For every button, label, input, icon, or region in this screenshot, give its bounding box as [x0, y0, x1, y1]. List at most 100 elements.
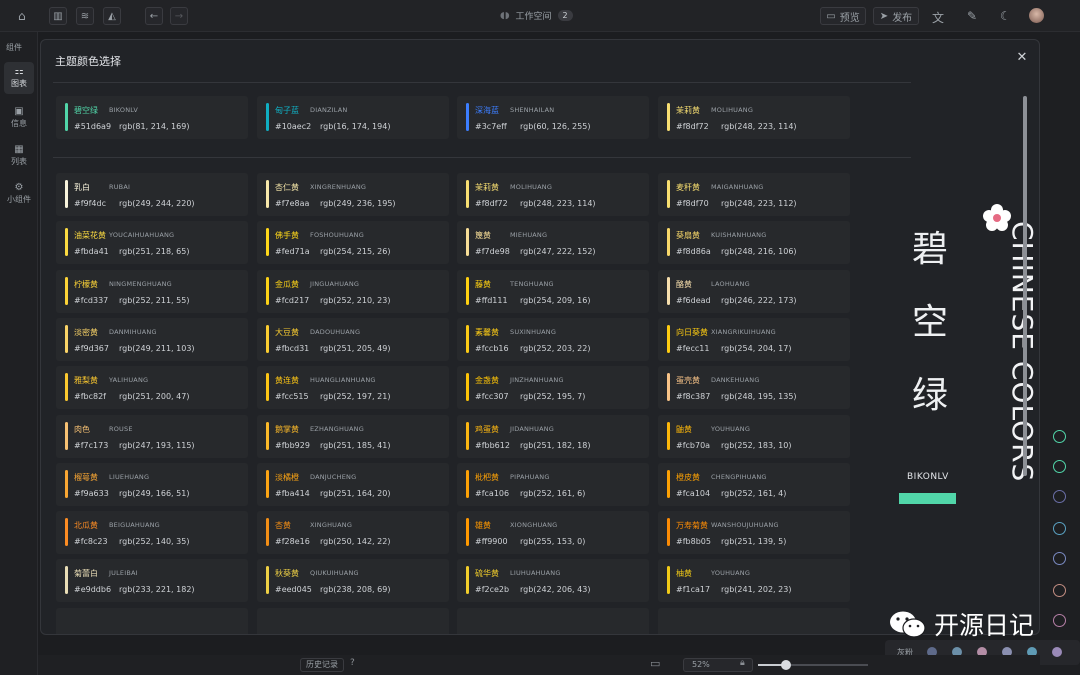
color-card[interactable]: 向日葵黄 XIANGRIKUIHUANG #fecc11 rgb(254, 204, … — [658, 317, 850, 361]
color-card[interactable]: 乳白 RUBAI #f9f4dc rgb(249, 244, 220) — [56, 173, 248, 216]
color-name: 藤黄 — [475, 279, 491, 289]
lock-icon[interactable]: 🔒︎ — [740, 658, 745, 668]
dark-mode-icon[interactable]: ☾ — [1000, 9, 1011, 23]
layers-tool-button[interactable]: ≋ — [76, 7, 94, 25]
history-button[interactable]: 历史记录 — [300, 658, 344, 672]
color-card[interactable]: 素馨黄 SUXINHUANG #fccb16 rgb(252, 203, 22) — [457, 317, 649, 361]
color-card[interactable]: 雄黄 XIONGHUANG #ff9900 rgb(255, 153, 0) — [457, 511, 649, 555]
palette-dot[interactable] — [1053, 522, 1066, 535]
sidebar-item-widget[interactable]: ⚙ 小组件 — [4, 178, 34, 210]
color-rgb: rgb(248, 223, 114) — [721, 122, 797, 131]
color-card[interactable]: 菊蕾白 JULEIBAI #e9ddb6 rgb(233, 221, 182) — [56, 559, 248, 603]
palette-dot[interactable] — [1053, 430, 1066, 443]
preview-pinyin: BIKONLV — [907, 472, 949, 482]
publish-button[interactable]: ➤ 发布 — [873, 7, 919, 25]
color-pinyin: WANSHOUJUHUANG — [711, 521, 779, 530]
preview-button[interactable]: ▭ 预览 — [820, 7, 866, 25]
color-card[interactable]: 橙皮黄 CHENGPIHUANG #fca104 rgb(252, 161, 4) — [658, 462, 850, 506]
color-swatch-bar — [667, 276, 670, 305]
palette-dot[interactable] — [1053, 584, 1066, 597]
palette-dot[interactable] — [1053, 614, 1066, 627]
undo-button[interactable]: ← — [145, 7, 163, 25]
color-card[interactable]: 柠檬黄 NINGMENGHUANG #fcd337 rgb(252, 211, 55) — [56, 269, 248, 313]
color-card[interactable]: 茉莉黄 MOLIHUANG #f8df72 rgb(248, 223, 114) — [457, 173, 649, 216]
color-card[interactable]: 肉色 ROUSE #f7c173 rgb(247, 193, 115) — [56, 414, 248, 458]
color-card[interactable]: 深海蓝 SHENHAILAN #3c7eff rgb(60, 126, 255) — [457, 96, 649, 139]
color-card[interactable]: 酪黄 LAOHUANG #f6dead rgb(246, 222, 173) — [658, 269, 850, 313]
color-card[interactable]: 秋葵黄 QIUKUIHUANG #eed045 rgb(238, 208, 69) — [257, 559, 449, 603]
color-card[interactable]: 万寿菊黄 WANSHOUJUHUANG #fb8b05 rgb(251, 139, 5… — [658, 511, 850, 555]
sidebar-item-info[interactable]: ▣ 信息 — [4, 102, 34, 134]
color-card[interactable]: 北瓜黄 BEIGUAHUANG #fc8c23 rgb(252, 140, 35) — [56, 511, 248, 555]
top-toolbar: ⌂ ▥ ≋ ◭ ← → ◖◗ 工作空间 2 ▭ 预览 ➤ 发布 文 ✎ ☾ — [0, 0, 1080, 32]
color-card[interactable]: 油菜花黄 YOUCAIHUAHUANG #fbda41 rgb(251, 218, 6… — [56, 221, 248, 265]
home-icon[interactable]: ⌂ — [18, 9, 26, 23]
color-card[interactable]: 枇杷黄 PIPAHUANG #fca106 rgb(252, 161, 6) — [457, 462, 649, 506]
close-icon[interactable]: ✕ — [1015, 51, 1029, 65]
color-name: 素馨黄 — [475, 327, 499, 337]
color-card[interactable]: 甸子蓝 DIANZILAN #10aec2 rgb(16, 174, 194) — [257, 96, 449, 139]
color-card[interactable]: 黄连黄 HUANGLIANHUANG #fcc515 rgb(252, 197, 21… — [257, 366, 449, 410]
color-name: 鼬黄 — [676, 424, 692, 434]
translate-icon[interactable]: 文 — [932, 9, 944, 26]
color-card[interactable]: 杏黄 XINGHUANG #f28e16 rgb(250, 142, 22) — [257, 511, 449, 555]
color-card[interactable]: 碧空绿 BIKONLV #51d6a9 rgb(81, 214, 169) — [56, 96, 248, 139]
palette-dot[interactable] — [1053, 552, 1066, 565]
color-rgb: rgb(249, 244, 220) — [119, 199, 195, 208]
paint-tool-button[interactable]: ◭ — [103, 7, 121, 25]
color-card[interactable]: 硫华黄 LIUHUAHUANG #f2ce2b rgb(242, 206, 43) — [457, 559, 649, 603]
color-card[interactable]: 藤黄 TENGHUANG #ffd111 rgb(254, 209, 16) — [457, 269, 649, 313]
color-card[interactable]: 大豆黄 DADOUHUANG #fbcd31 rgb(251, 205, 49) — [257, 317, 449, 361]
color-card[interactable]: 杏仁黄 XINGRENHUANG #f7e8aa rgb(249, 236, 195) — [257, 173, 449, 216]
screen-icon[interactable]: ▭ — [650, 657, 660, 670]
color-card[interactable]: 雅梨黄 YALIHUANG #fbc82f rgb(251, 200, 47) — [56, 366, 248, 410]
palette-dot[interactable] — [1053, 490, 1066, 503]
color-swatch-bar — [65, 469, 68, 498]
color-swatch-bar — [266, 469, 269, 498]
color-card[interactable]: 麦秆黄 MAIGANHUANG #f8df70 rgb(248, 223, 112) — [658, 173, 850, 216]
color-card[interactable]: 篾黄 MIEHUANG #f7de98 rgb(247, 222, 152) — [457, 221, 649, 265]
color-card-placeholder — [658, 608, 850, 634]
watermark: 开源日记 — [888, 606, 1034, 642]
color-swatch-bar — [466, 180, 469, 208]
chart-tool-button[interactable]: ▥ — [49, 7, 67, 25]
color-name: 秋葵黄 — [275, 569, 299, 579]
color-card[interactable]: 佛手黄 FOSHOUHUANG #fed71a rgb(254, 215, 26) — [257, 221, 449, 265]
color-hex: #fbcd31 — [275, 343, 310, 353]
sidebar-item-list[interactable]: ▦ 列表 — [4, 140, 34, 172]
color-name: 碧空绿 — [74, 106, 98, 115]
color-card[interactable]: 淡橘橙 DANJUCHENG #fba414 rgb(251, 164, 20) — [257, 462, 449, 506]
redo-button[interactable]: → — [170, 7, 188, 25]
color-card[interactable]: 鼬黄 YOUHUANG #fcb70a rgb(252, 183, 10) — [658, 414, 850, 458]
color-card[interactable]: 金盏黄 JINZHANHUANG #fcc307 rgb(252, 195, 7) — [457, 366, 649, 410]
color-card[interactable]: 榴萼黄 LIUEHUANG #f9a633 rgb(249, 166, 51) — [56, 462, 248, 506]
color-card[interactable]: 柚黄 YOUHUANG #f1ca17 rgb(241, 202, 23) — [658, 559, 850, 603]
color-name: 深海蓝 — [475, 106, 499, 115]
zoom-slider[interactable] — [758, 660, 868, 670]
help-icon[interactable]: ? — [350, 658, 355, 668]
color-card[interactable]: 金瓜黄 JINGUAHUANG #fcd217 rgb(252, 210, 23) — [257, 269, 449, 313]
color-rgb: rgb(249, 236, 195) — [320, 199, 396, 208]
tools-icon[interactable]: ✎ — [967, 9, 977, 23]
color-card[interactable]: 鹅掌黄 EZHANGHUANG #fbb929 rgb(251, 185, 41) — [257, 414, 449, 458]
color-name: 甸子蓝 — [275, 106, 299, 115]
color-card[interactable]: 葵扇黄 KUISHANHUANG #f8d86a rgb(248, 216, 106) — [658, 221, 850, 265]
palette-dot — [1052, 647, 1062, 657]
vertical-scrollbar[interactable] — [1023, 96, 1027, 476]
color-name: 油菜花黄 — [74, 231, 106, 241]
color-card[interactable]: 淡密黄 DANMIHUANG #f9d367 rgb(249, 211, 103) — [56, 317, 248, 361]
color-hex: #f2ce2b — [475, 585, 510, 595]
avatar[interactable] — [1029, 8, 1044, 23]
color-card[interactable]: 茉莉黄 MOLIHUANG #f8df72 rgb(248, 223, 114) — [658, 96, 850, 139]
color-name: 鹅掌黄 — [275, 424, 299, 434]
preview-label: 预览 — [839, 12, 860, 24]
sidebar-header: 组件 — [6, 43, 22, 52]
color-pinyin: MAIGANHUANG — [711, 183, 764, 191]
color-card[interactable]: 蛋壳黄 DANKEHUANG #f8c387 rgb(248, 195, 135) — [658, 366, 850, 410]
sidebar-item-chart[interactable]: ⚏ 图表 — [4, 62, 34, 94]
zoom-slider-knob[interactable] — [781, 660, 791, 670]
color-hex: #fcd217 — [275, 295, 310, 305]
color-card[interactable]: 鸡蛋黄 JIDANHUANG #fbb612 rgb(251, 182, 18) — [457, 414, 649, 458]
palette-dot[interactable] — [1053, 460, 1066, 473]
color-pinyin: QIUKUIHUANG — [310, 569, 359, 578]
